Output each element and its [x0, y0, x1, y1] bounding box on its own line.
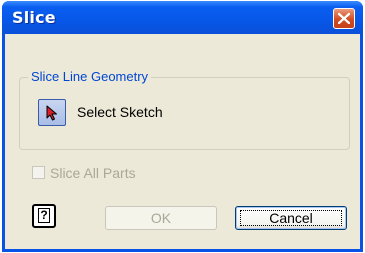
select-sketch-label: Select Sketch [77, 104, 163, 120]
slice-dialog: Slice Slice Line Geometry Select Sketch … [2, 1, 363, 252]
window-title: Slice [12, 8, 56, 27]
cursor-arrow-icon [46, 105, 57, 121]
slice-all-parts-label: Slice All Parts [50, 165, 136, 181]
focus-rectangle [240, 210, 342, 226]
help-icon: ? [38, 208, 50, 223]
slice-line-geometry-group: Slice Line Geometry Select Sketch [19, 69, 350, 150]
help-button[interactable]: ? [32, 204, 56, 228]
cancel-button[interactable]: Cancel [235, 206, 347, 230]
close-x-icon [338, 13, 350, 24]
title-bar[interactable]: Slice [2, 1, 363, 34]
close-button[interactable] [333, 8, 355, 29]
select-sketch-button[interactable] [38, 99, 66, 126]
dialog-body: Slice Line Geometry Select Sketch Slice … [5, 34, 360, 249]
ok-button[interactable]: OK [105, 206, 217, 230]
group-legend: Slice Line Geometry [28, 69, 152, 84]
slice-all-parts-checkbox[interactable] [32, 166, 45, 179]
